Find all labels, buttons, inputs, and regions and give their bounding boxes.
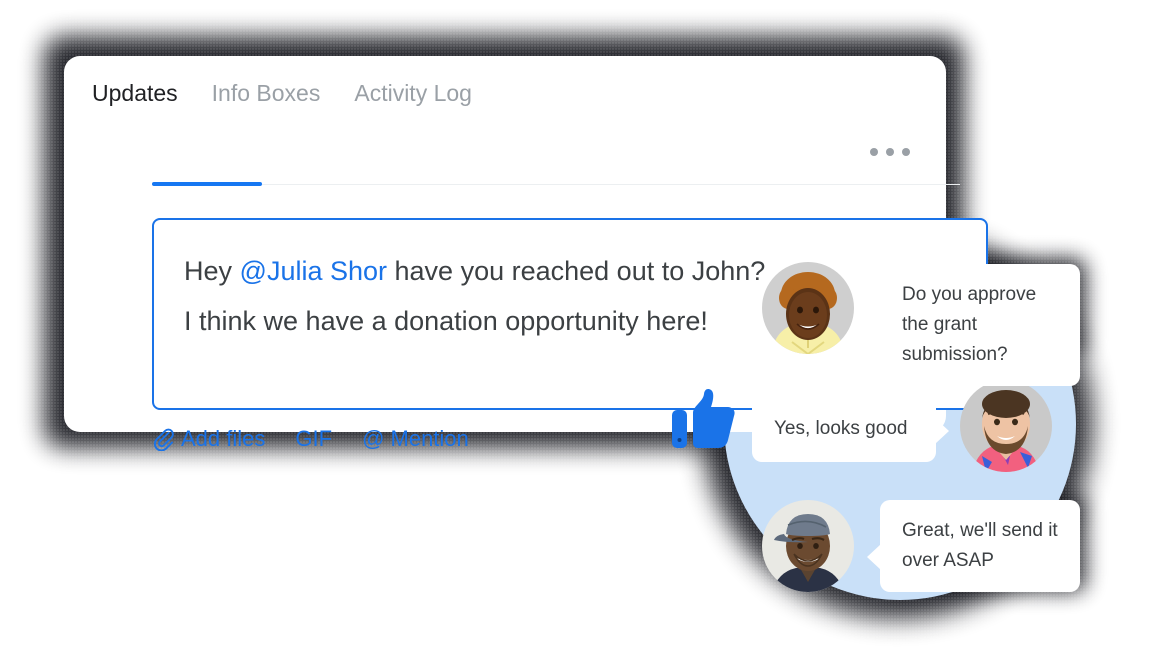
mention-label: @ Mention [362, 426, 469, 451]
updates-card: Updates Info Boxes Activity Log Hey @Jul… [64, 56, 988, 451]
composer-text-after-mention: have you reached out to John? [387, 256, 766, 286]
gif-button[interactable]: GIF [295, 426, 332, 452]
illustration-stage: Updates Info Boxes Activity Log Hey @Jul… [0, 0, 1167, 661]
gif-label: GIF [295, 426, 333, 451]
add-files-button[interactable]: Add files [152, 426, 265, 452]
bubble-tail-right [935, 418, 949, 444]
update-composer[interactable]: Hey @Julia Shor have you reached out to … [152, 218, 988, 410]
mention-chip[interactable]: @Julia Shor [240, 256, 387, 286]
thumbs-up-icon[interactable] [672, 388, 738, 450]
tab-info-boxes[interactable]: Info Boxes [212, 82, 347, 105]
more-options-icon[interactable] [870, 148, 910, 156]
bubble-tail-left [867, 308, 881, 334]
composer-text-before-mention: Hey [184, 256, 240, 286]
tab-bar: Updates Info Boxes Activity Log [64, 56, 946, 130]
avatar-man-with-cap [762, 500, 854, 592]
chat-bubble-2: Yes, looks good [752, 396, 949, 462]
add-files-label: Add files [181, 426, 266, 451]
chat-bubble-1-text: Do you approve the grant submission? [902, 284, 1037, 365]
bubble-tail-left [867, 544, 881, 570]
paperclip-icon [152, 428, 174, 451]
dot-1 [870, 148, 878, 156]
tab-divider [152, 184, 960, 185]
dot-3 [902, 148, 910, 156]
avatar-bearded-man [960, 380, 1052, 472]
chat-bubble-2-text: Yes, looks good [774, 418, 908, 439]
mention-button[interactable]: @ Mention [362, 426, 469, 452]
chat-bubble-3: Great, we'll send it over ASAP [867, 500, 1080, 592]
tab-activity-log[interactable]: Activity Log [354, 82, 498, 105]
avatar-woman-curly-hair [762, 262, 854, 354]
dot-2 [886, 148, 894, 156]
active-tab-indicator [152, 182, 262, 186]
tab-updates[interactable]: Updates [92, 82, 204, 105]
composer-toolbar: Add files GIF @ Mention [152, 426, 469, 452]
chat-bubble-1: Do you approve the grant submission? [867, 264, 1080, 386]
chat-bubble-3-text: Great, we'll send it over ASAP [902, 520, 1058, 571]
